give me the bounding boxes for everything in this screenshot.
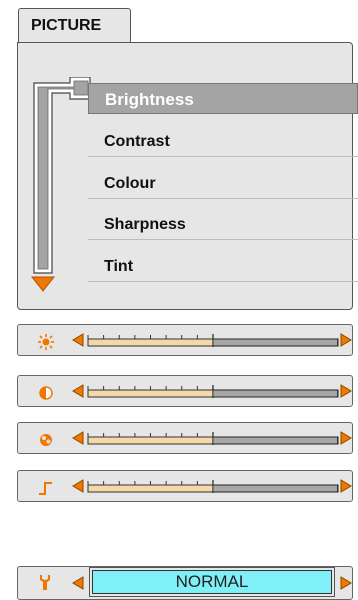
- slider-fill: [87, 389, 214, 398]
- sharpness-slider[interactable]: [86, 480, 340, 493]
- contrast-slider[interactable]: [86, 385, 340, 398]
- decrease-arrow-icon[interactable]: [72, 576, 84, 590]
- brightness-slider[interactable]: [86, 334, 340, 347]
- slider-fill: [87, 338, 214, 347]
- colour-slider[interactable]: [86, 432, 340, 445]
- brightness-slider-row: [17, 324, 353, 356]
- menu-item-colour[interactable]: Colour: [88, 168, 358, 199]
- increase-arrow-icon[interactable]: [340, 333, 352, 347]
- increase-arrow-icon[interactable]: [340, 431, 352, 445]
- menu-item-contrast[interactable]: Contrast: [88, 126, 358, 157]
- menu-tab-title: PICTURE: [18, 8, 131, 42]
- contrast-icon: [39, 386, 53, 400]
- menu-scroll-indicator[interactable]: [30, 77, 92, 293]
- decrease-arrow-icon[interactable]: [72, 333, 84, 347]
- wrench-icon: [40, 575, 50, 590]
- colour-slider-row: [17, 422, 353, 454]
- tint-selector-row: NORMAL: [17, 566, 353, 600]
- decrease-arrow-icon[interactable]: [72, 384, 84, 398]
- slider-fill: [87, 436, 214, 445]
- decrease-arrow-icon[interactable]: [72, 431, 84, 445]
- slider-fill: [87, 484, 214, 493]
- sharpness-slider-row: [17, 470, 353, 502]
- sharpness-icon: [39, 482, 52, 495]
- colour-icon: [40, 434, 52, 446]
- increase-arrow-icon[interactable]: [340, 479, 352, 493]
- increase-arrow-icon[interactable]: [340, 576, 352, 590]
- menu-item-tint[interactable]: Tint: [88, 251, 358, 282]
- picture-menu-panel: Brightness Contrast Colour Sharpness Tin…: [17, 42, 358, 310]
- menu-item-brightness[interactable]: Brightness: [88, 83, 358, 114]
- sun-icon: [38, 334, 54, 350]
- menu-item-sharpness[interactable]: Sharpness: [88, 209, 358, 240]
- contrast-slider-row: [17, 375, 353, 407]
- tint-value[interactable]: NORMAL: [90, 568, 334, 596]
- increase-arrow-icon[interactable]: [340, 384, 352, 398]
- decrease-arrow-icon[interactable]: [72, 479, 84, 493]
